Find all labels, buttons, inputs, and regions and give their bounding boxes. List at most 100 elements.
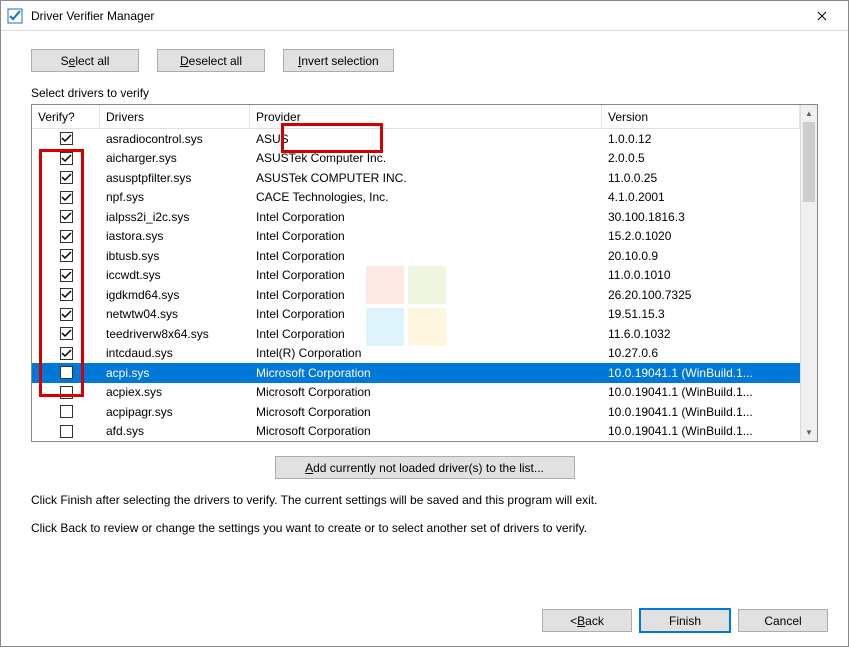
table-row[interactable]: npf.sysCACE Technologies, Inc.4.1.0.2001 [32,188,800,208]
verify-cell [32,210,100,223]
column-header-drivers[interactable]: Drivers [100,105,250,128]
column-header-version[interactable]: Version [602,105,800,128]
verify-cell [32,230,100,243]
finish-button[interactable]: Finish [640,609,730,632]
driver-cell: asusptpfilter.sys [100,171,250,185]
verify-checkbox[interactable] [60,347,73,360]
provider-cell: ASUSTek COMPUTER INC. [250,171,602,185]
add-drivers-button[interactable]: Add currently not loaded driver(s) to th… [275,456,575,479]
provider-cell: Intel Corporation [250,288,602,302]
verify-checkbox[interactable] [60,386,73,399]
verify-checkbox[interactable] [60,210,73,223]
driver-cell: asradiocontrol.sys [100,132,250,146]
version-cell: 19.51.15.3 [602,307,800,321]
help-text-1: Click Finish after selecting the drivers… [31,493,818,507]
close-button[interactable] [802,2,842,30]
verify-checkbox[interactable] [60,308,73,321]
verify-checkbox[interactable] [60,152,73,165]
verify-cell [32,308,100,321]
table-row[interactable]: iastora.sysIntel Corporation15.2.0.1020 [32,227,800,247]
verify-checkbox[interactable] [60,425,73,438]
close-icon [817,11,827,21]
provider-cell: ASUS [250,132,602,146]
check-icon [61,328,72,339]
check-icon [61,250,72,261]
provider-cell: Intel(R) Corporation [250,346,602,360]
provider-cell: Intel Corporation [250,229,602,243]
provider-cell: Microsoft Corporation [250,385,602,399]
verify-cell [32,327,100,340]
scroll-up-arrow-icon[interactable]: ▲ [801,105,817,122]
verify-checkbox[interactable] [60,249,73,262]
invert-selection-button[interactable]: Invert selection [283,49,394,72]
table-row[interactable]: iccwdt.sysIntel Corporation11.0.0.1010 [32,266,800,286]
verify-cell [32,152,100,165]
verify-checkbox[interactable] [60,366,73,379]
driver-list: Verify? Drivers Provider Version asradio… [31,104,818,442]
driver-cell: netwtw04.sys [100,307,250,321]
column-header-provider[interactable]: Provider [250,105,602,128]
check-icon [61,211,72,222]
version-cell: 10.0.19041.1 (WinBuild.1... [602,424,800,438]
version-cell: 10.0.19041.1 (WinBuild.1... [602,366,800,380]
version-cell: 4.1.0.2001 [602,190,800,204]
column-header-row: Verify? Drivers Provider Version [32,105,800,129]
scroll-down-arrow-icon[interactable]: ▼ [801,424,817,441]
verify-checkbox[interactable] [60,230,73,243]
table-row[interactable]: igdkmd64.sysIntel Corporation26.20.100.7… [32,285,800,305]
deselect-all-button[interactable]: Deselect all [157,49,265,72]
verify-cell [32,269,100,282]
table-row[interactable]: acpi.sysMicrosoft Corporation10.0.19041.… [32,363,800,383]
verify-cell [32,132,100,145]
version-cell: 10.0.19041.1 (WinBuild.1... [602,385,800,399]
back-button[interactable]: < Back [542,609,632,632]
column-header-verify[interactable]: Verify? [32,105,100,128]
driver-cell: intcdaud.sys [100,346,250,360]
check-icon [61,270,72,281]
verify-checkbox[interactable] [60,327,73,340]
table-row[interactable]: acpipagr.sysMicrosoft Corporation10.0.19… [32,402,800,422]
verify-cell [32,249,100,262]
select-all-button[interactable]: Select all [31,49,139,72]
table-row[interactable]: aicharger.sysASUSTek Computer Inc.2.0.0.… [32,149,800,169]
version-cell: 10.0.19041.1 (WinBuild.1... [602,405,800,419]
verify-cell [32,288,100,301]
cancel-button[interactable]: Cancel [738,609,828,632]
check-icon [61,231,72,242]
scroll-thumb[interactable] [803,122,815,202]
table-row[interactable]: netwtw04.sysIntel Corporation19.51.15.3 [32,305,800,325]
window-title: Driver Verifier Manager [31,9,802,23]
verify-checkbox[interactable] [60,405,73,418]
version-cell: 1.0.0.12 [602,132,800,146]
verify-checkbox[interactable] [60,132,73,145]
table-row[interactable]: afd.sysMicrosoft Corporation10.0.19041.1… [32,422,800,442]
verify-checkbox[interactable] [60,269,73,282]
table-row[interactable]: intcdaud.sysIntel(R) Corporation10.27.0.… [32,344,800,364]
check-icon [61,348,72,359]
check-icon [61,153,72,164]
table-row[interactable]: ibtusb.sysIntel Corporation20.10.0.9 [32,246,800,266]
verify-checkbox[interactable] [60,288,73,301]
version-cell: 15.2.0.1020 [602,229,800,243]
check-icon [61,172,72,183]
app-icon [7,8,23,24]
provider-cell: Microsoft Corporation [250,424,602,438]
provider-cell: Intel Corporation [250,327,602,341]
table-row[interactable]: teedriverw8x64.sysIntel Corporation11.6.… [32,324,800,344]
table-row[interactable]: ialpss2i_i2c.sysIntel Corporation30.100.… [32,207,800,227]
table-row[interactable]: acpiex.sysMicrosoft Corporation10.0.1904… [32,383,800,403]
driver-cell: acpipagr.sys [100,405,250,419]
version-cell: 11.6.0.1032 [602,327,800,341]
verify-checkbox[interactable] [60,171,73,184]
version-cell: 11.0.0.1010 [602,268,800,282]
driver-cell: iccwdt.sys [100,268,250,282]
driver-cell: afd.sys [100,424,250,438]
table-row[interactable]: asusptpfilter.sysASUSTek COMPUTER INC.11… [32,168,800,188]
table-row[interactable]: asradiocontrol.sysASUS1.0.0.12 [32,129,800,149]
driver-cell: aicharger.sys [100,151,250,165]
verify-checkbox[interactable] [60,191,73,204]
driver-cell: igdkmd64.sys [100,288,250,302]
check-icon [61,133,72,144]
driver-cell: acpiex.sys [100,385,250,399]
scrollbar-vertical[interactable]: ▲ ▼ [800,105,817,441]
